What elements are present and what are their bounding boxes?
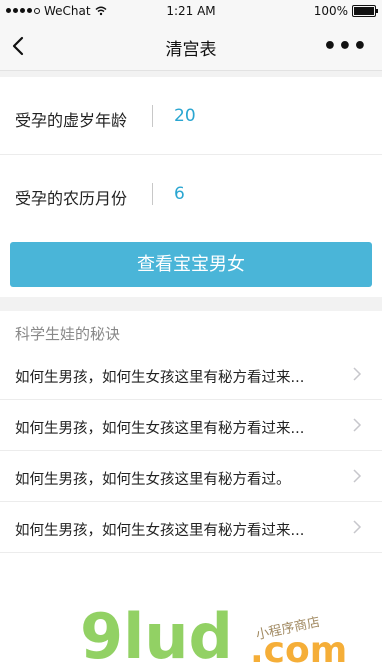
list-item-text: 如何生男孩，如何生女孩这里有秘方看过。 bbox=[15, 472, 291, 488]
section-title: 科学生娃的秘诀 bbox=[15, 325, 121, 343]
list-item[interactable]: 如何生男孩，如何生女孩这里有秘方看过来... bbox=[0, 349, 382, 400]
row-divider bbox=[152, 105, 153, 127]
battery-icon bbox=[352, 5, 378, 17]
chevron-right-icon bbox=[353, 418, 362, 432]
section-divider bbox=[0, 297, 382, 311]
watermark-logo: 9lud .com 小程序商店 bbox=[80, 600, 347, 671]
battery-percent: 100% bbox=[313, 4, 348, 18]
list-item-text: 如何生男孩，如何生女孩这里有秘方看过来... bbox=[15, 421, 305, 437]
check-baby-gender-button[interactable]: 查看宝宝男女 bbox=[10, 242, 372, 287]
status-right: 100% bbox=[313, 4, 378, 18]
chevron-right-icon bbox=[353, 520, 362, 534]
chevron-right-icon bbox=[353, 469, 362, 483]
list-item[interactable]: 如何生男孩，如何生女孩这里有秘方看过来... bbox=[0, 400, 382, 451]
watermark-brand: 9lud bbox=[80, 600, 233, 671]
list-item[interactable]: 如何生男孩，如何生女孩这里有秘方看过。 bbox=[0, 451, 382, 502]
tips-section: 科学生娃的秘诀 如何生男孩，如何生女孩这里有秘方看过来... 如何生男孩，如何生… bbox=[0, 311, 382, 553]
nav-bar: 清宫表 ••• bbox=[0, 22, 382, 71]
month-label: 受孕的农历月份 bbox=[15, 189, 128, 208]
month-value[interactable]: 6 bbox=[174, 184, 185, 204]
row-divider bbox=[152, 183, 153, 205]
chevron-right-icon bbox=[353, 367, 362, 381]
list-item[interactable]: 如何生男孩，如何生女孩这里有秘方看过来... bbox=[0, 502, 382, 553]
age-label: 受孕的虚岁年龄 bbox=[15, 111, 128, 130]
list-item-text: 如何生男孩，如何生女孩这里有秘方看过来... bbox=[15, 370, 305, 386]
more-icon[interactable]: ••• bbox=[323, 34, 368, 59]
list-item-text: 如何生男孩，如何生女孩这里有秘方看过来... bbox=[15, 523, 305, 539]
status-bar: WeChat 1:21 AM 100% bbox=[0, 0, 382, 22]
month-row[interactable]: 受孕的农历月份 6 bbox=[0, 155, 382, 232]
form-section: 受孕的虚岁年龄 20 受孕的农历月份 6 bbox=[0, 77, 382, 232]
button-wrap: 查看宝宝男女 bbox=[0, 232, 382, 297]
age-value[interactable]: 20 bbox=[174, 106, 196, 126]
age-row[interactable]: 受孕的虚岁年龄 20 bbox=[0, 77, 382, 155]
